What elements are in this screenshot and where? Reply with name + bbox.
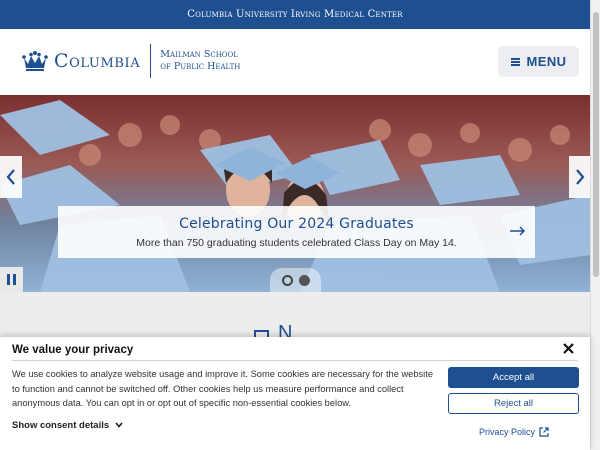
news-section-header: N (0, 292, 590, 344)
hero-caption-subtitle: More than 750 graduating students celebr… (136, 237, 457, 249)
show-consent-details-toggle[interactable]: Show consent details (12, 420, 123, 431)
site-header: Columbia Mailman School of Public Health… (0, 29, 590, 95)
logo-divider (150, 44, 152, 78)
top-bar-title[interactable]: Columbia University Irving Medical Cente… (187, 9, 402, 20)
scrollbar-thumb[interactable] (593, 12, 599, 277)
carousel-dot-2[interactable] (298, 274, 310, 286)
chevron-left-icon (6, 169, 15, 185)
hamburger-icon (510, 57, 520, 66)
columbia-mailman-logo[interactable]: Columbia Mailman School of Public Health (22, 44, 240, 78)
reject-all-label: Reject all (493, 398, 534, 409)
close-icon[interactable] (563, 343, 574, 354)
pause-icon (7, 274, 10, 285)
carousel-dot-1[interactable] (281, 274, 293, 286)
carousel-next-button[interactable] (569, 156, 590, 198)
cookie-banner-title: We value your privacy (12, 344, 134, 356)
privacy-policy-link[interactable]: Privacy Policy (479, 427, 549, 437)
logo-wordmark: Columbia (54, 50, 141, 72)
menu-button-label: MENU (526, 54, 567, 69)
accept-all-label: Accept all (492, 372, 535, 383)
school-name-line-1: Mailman School (160, 49, 238, 60)
school-name: Mailman School of Public Health (160, 49, 240, 73)
crown-icon (22, 51, 48, 71)
chevron-right-icon (576, 169, 585, 185)
arrow-right-icon[interactable] (510, 226, 526, 236)
graduation-photo (0, 95, 590, 292)
reject-all-button[interactable]: Reject all (448, 393, 579, 414)
cuimc-top-bar[interactable]: Columbia University Irving Medical Cente… (0, 0, 590, 29)
carousel-pause-button[interactable] (0, 267, 23, 292)
menu-button[interactable]: MENU (498, 46, 579, 77)
hero-carousel[interactable]: Celebrating Our 2024 Graduates More than… (0, 95, 590, 292)
hero-caption[interactable]: Celebrating Our 2024 Graduates More than… (58, 206, 535, 258)
hero-caption-title[interactable]: Celebrating Our 2024 Graduates (58, 216, 535, 232)
cookie-consent-banner: We value your privacy We use cookies to … (0, 337, 590, 450)
cookie-banner-body: We use cookies to analyze website usage … (12, 369, 433, 408)
carousel-prev-button[interactable] (0, 156, 22, 198)
external-link-icon (539, 427, 549, 437)
privacy-policy-label: Privacy Policy (479, 427, 536, 437)
consent-details-label: Show consent details (12, 420, 110, 431)
accept-all-button[interactable]: Accept all (448, 367, 579, 388)
carousel-indicators (270, 268, 321, 292)
cookie-banner-divider (12, 360, 578, 361)
school-name-line-2: of Public Health (160, 61, 241, 72)
chevron-down-icon (115, 422, 123, 428)
page-scrollbar[interactable] (590, 0, 600, 450)
